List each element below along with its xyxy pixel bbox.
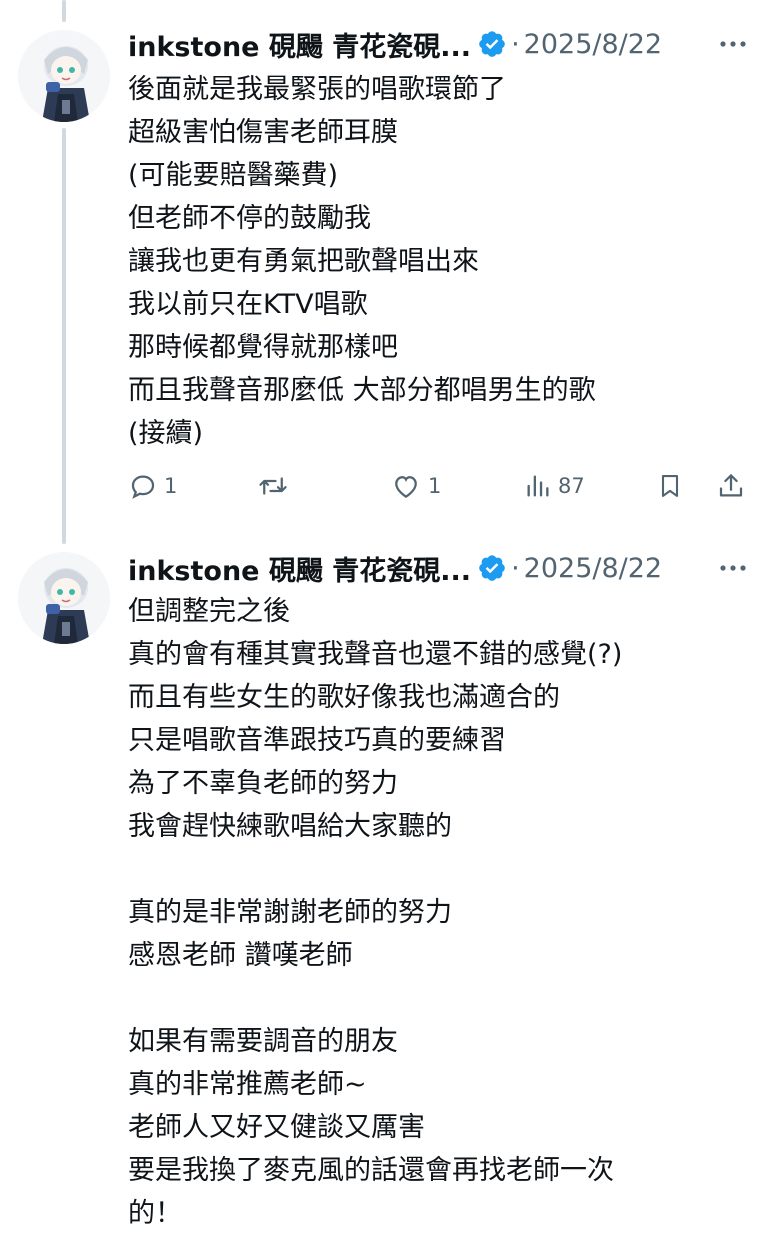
reply-count: 1 — [164, 474, 178, 498]
avatar[interactable] — [18, 30, 110, 122]
tweet-1[interactable]: inkstone 硯颺 青花瓷硯... · 2025/8/22 後面就是我最緊張… — [0, 0, 768, 530]
repost-icon — [259, 477, 287, 495]
tweet-text: 後面就是我最緊張的唱歌環節了 超級害怕傷害老師耳膜 (可能要賠醫藥費) 但老師不… — [128, 74, 596, 449]
display-name[interactable]: inkstone 硯颺 青花瓷硯... — [128, 25, 471, 64]
verified-badge-icon — [479, 555, 505, 581]
action-bar: 1 1 87 — [128, 466, 748, 506]
like-icon — [395, 476, 417, 498]
tweet-text: 但調整完之後 真的會有種其實我聲音也還不錯的感覺(?) 而且有些女生的歌好像我也… — [128, 596, 623, 1229]
reply-button[interactable]: 1 — [128, 466, 177, 506]
views-icon — [527, 475, 549, 497]
share-icon — [719, 474, 743, 497]
display-name[interactable]: inkstone 硯颺 青花瓷硯... — [128, 549, 471, 588]
separator-dot: · — [511, 552, 520, 584]
like-button[interactable]: 1 — [390, 466, 441, 506]
repost-button[interactable] — [256, 466, 296, 506]
more-icon[interactable] — [716, 30, 750, 58]
view-count: 87 — [558, 474, 585, 498]
share-button[interactable] — [716, 466, 746, 506]
verified-badge-icon — [479, 31, 505, 57]
like-count: 1 — [428, 474, 442, 498]
views-button[interactable]: 87 — [524, 466, 585, 506]
tweet-date[interactable]: 2025/8/22 — [524, 29, 662, 60]
tweet-2[interactable]: inkstone 硯颺 青花瓷硯... · 2025/8/22 但調整完之後 真… — [0, 530, 768, 1229]
avatar-illustration — [18, 30, 110, 122]
bookmark-button[interactable] — [656, 466, 684, 506]
more-icon[interactable] — [716, 554, 750, 582]
avatar[interactable] — [18, 552, 110, 644]
reply-icon — [131, 475, 155, 499]
bookmark-icon — [661, 475, 679, 497]
tweet-date[interactable]: 2025/8/22 — [524, 553, 662, 584]
separator-dot: · — [511, 28, 520, 60]
avatar-illustration — [18, 552, 110, 644]
